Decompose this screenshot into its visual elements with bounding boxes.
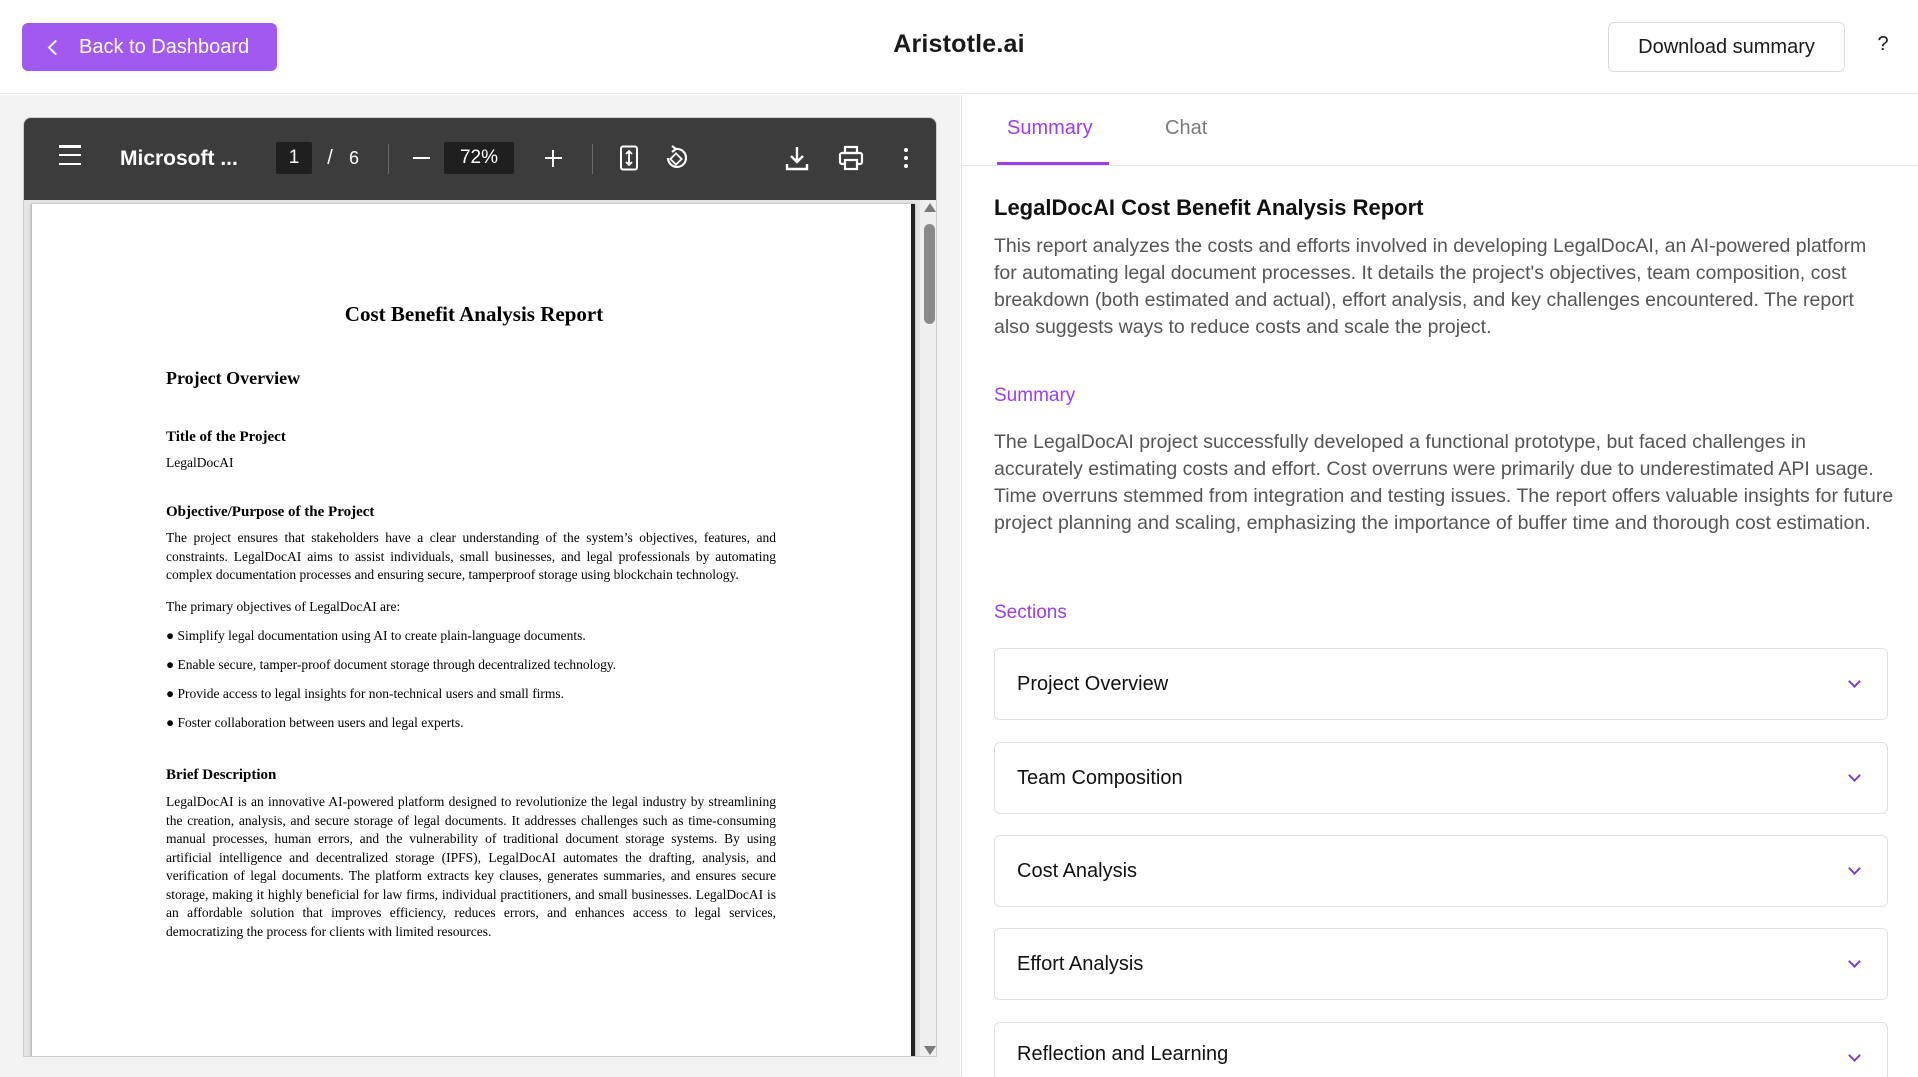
doc-project-name: LegalDocAI <box>166 455 234 470</box>
pdf-viewer: Microsoft ... 1 / 6 72% Cost Benefit Ana… <box>23 117 937 1057</box>
doc-objective-text: The project ensures that stakeholders ha… <box>166 530 776 582</box>
accordion-label: Reflection and Learning <box>1017 1043 1229 1065</box>
scroll-up-arrow-icon[interactable] <box>924 203 936 212</box>
doc-heading-brief-description: Brief Description <box>166 767 277 783</box>
tab-chat[interactable]: Chat <box>1163 117 1209 140</box>
page-area: Cost Benefit Analysis Report Project Ove… <box>24 200 936 1056</box>
chevron-left-icon <box>47 39 64 55</box>
download-summary-button[interactable]: Download summary <box>1608 22 1845 72</box>
rotate-icon[interactable] <box>658 140 694 176</box>
accordion-label: Effort Analysis <box>1017 952 1144 975</box>
active-tab-indicator <box>997 162 1109 165</box>
doc-brief-text: LegalDocAI is an innovative AI-powered p… <box>166 794 776 939</box>
chevron-down-icon <box>1848 1049 1861 1062</box>
chevron-down-icon <box>1848 769 1861 782</box>
tab-bar: Summary Chat <box>962 95 1918 166</box>
zoom-out-icon[interactable] <box>406 142 436 174</box>
accordion-label: Cost Analysis <box>1017 859 1138 882</box>
download-icon[interactable] <box>780 140 814 176</box>
page-total: 6 <box>348 147 359 168</box>
scroll-thumb[interactable] <box>924 224 935 324</box>
chevron-down-icon <box>1848 955 1861 968</box>
section-accordion-cost-analysis[interactable]: Cost Analysis <box>994 835 1888 907</box>
pdf-page: Cost Benefit Analysis Report Project Ove… <box>31 204 915 1056</box>
section-accordion-team-composition[interactable]: Team Composition <box>994 742 1888 814</box>
page-separator: / <box>327 146 333 169</box>
zoom-level[interactable]: 72% <box>444 142 514 174</box>
scroll-down-arrow-icon[interactable] <box>924 1046 936 1055</box>
help-button[interactable]: ? <box>1870 33 1896 56</box>
back-button-label: Back to Dashboard <box>79 35 250 58</box>
summary-pane: Summary Chat LegalDocAI Cost Benefit Ana… <box>961 95 1918 1077</box>
chevron-down-icon <box>1848 675 1861 688</box>
summary-text: The LegalDocAI project successfully deve… <box>994 431 1894 534</box>
report-description: This report analyzes the costs and effor… <box>994 235 1867 338</box>
doc-heading-objective: Objective/Purpose of the Project <box>166 504 375 520</box>
doc-objectives-intro: The primary objectives of LegalDocAI are… <box>166 599 401 614</box>
back-to-dashboard-button[interactable]: Back to Dashboard <box>22 23 277 71</box>
page-number-input[interactable]: 1 <box>276 142 312 174</box>
document-name: Microsoft ... <box>120 147 238 170</box>
accordion-label: Team Composition <box>1017 766 1183 789</box>
document-title: Cost Benefit Analysis Report <box>344 302 604 326</box>
doc-heading-title-of-project: Title of the Project <box>166 429 286 445</box>
doc-heading-project-overview: Project Overview <box>166 368 301 388</box>
print-icon[interactable] <box>834 140 868 176</box>
section-accordion-effort-analysis[interactable]: Effort Analysis <box>994 928 1888 1000</box>
tab-summary[interactable]: Summary <box>1005 117 1095 140</box>
zoom-in-icon[interactable] <box>538 142 568 174</box>
doc-bullet: ● Provide access to legal insights for n… <box>166 686 565 701</box>
doc-bullet: ● Foster collaboration between users and… <box>166 715 464 730</box>
chevron-down-icon <box>1848 862 1861 875</box>
section-accordion-project-overview[interactable]: Project Overview <box>994 648 1888 720</box>
toolbar-divider <box>388 144 389 174</box>
top-header: Back to Dashboard Aristotle.ai Download … <box>0 0 1918 94</box>
report-title: LegalDocAI Cost Benefit Analysis Report <box>994 195 1424 220</box>
fit-page-icon[interactable] <box>614 140 644 176</box>
sections-heading: Sections <box>994 602 1067 623</box>
toolbar-divider <box>592 144 593 174</box>
more-options-icon[interactable] <box>894 140 918 176</box>
menu-icon[interactable] <box>58 145 82 165</box>
document-pane: Microsoft ... 1 / 6 72% Cost Benefit Ana… <box>0 95 960 1077</box>
summary-heading: Summary <box>994 385 1076 406</box>
pdf-scrollbar[interactable] <box>920 200 936 1056</box>
pdf-toolbar: Microsoft ... 1 / 6 72% <box>24 118 936 200</box>
accordion-label: Project Overview <box>1017 672 1169 695</box>
doc-bullet: ● Simplify legal documentation using AI … <box>166 628 586 643</box>
section-accordion-reflection-and-learning[interactable]: Reflection and Learning <box>994 1022 1888 1077</box>
doc-bullet: ● Enable secure, tamper-proof document s… <box>166 657 617 672</box>
